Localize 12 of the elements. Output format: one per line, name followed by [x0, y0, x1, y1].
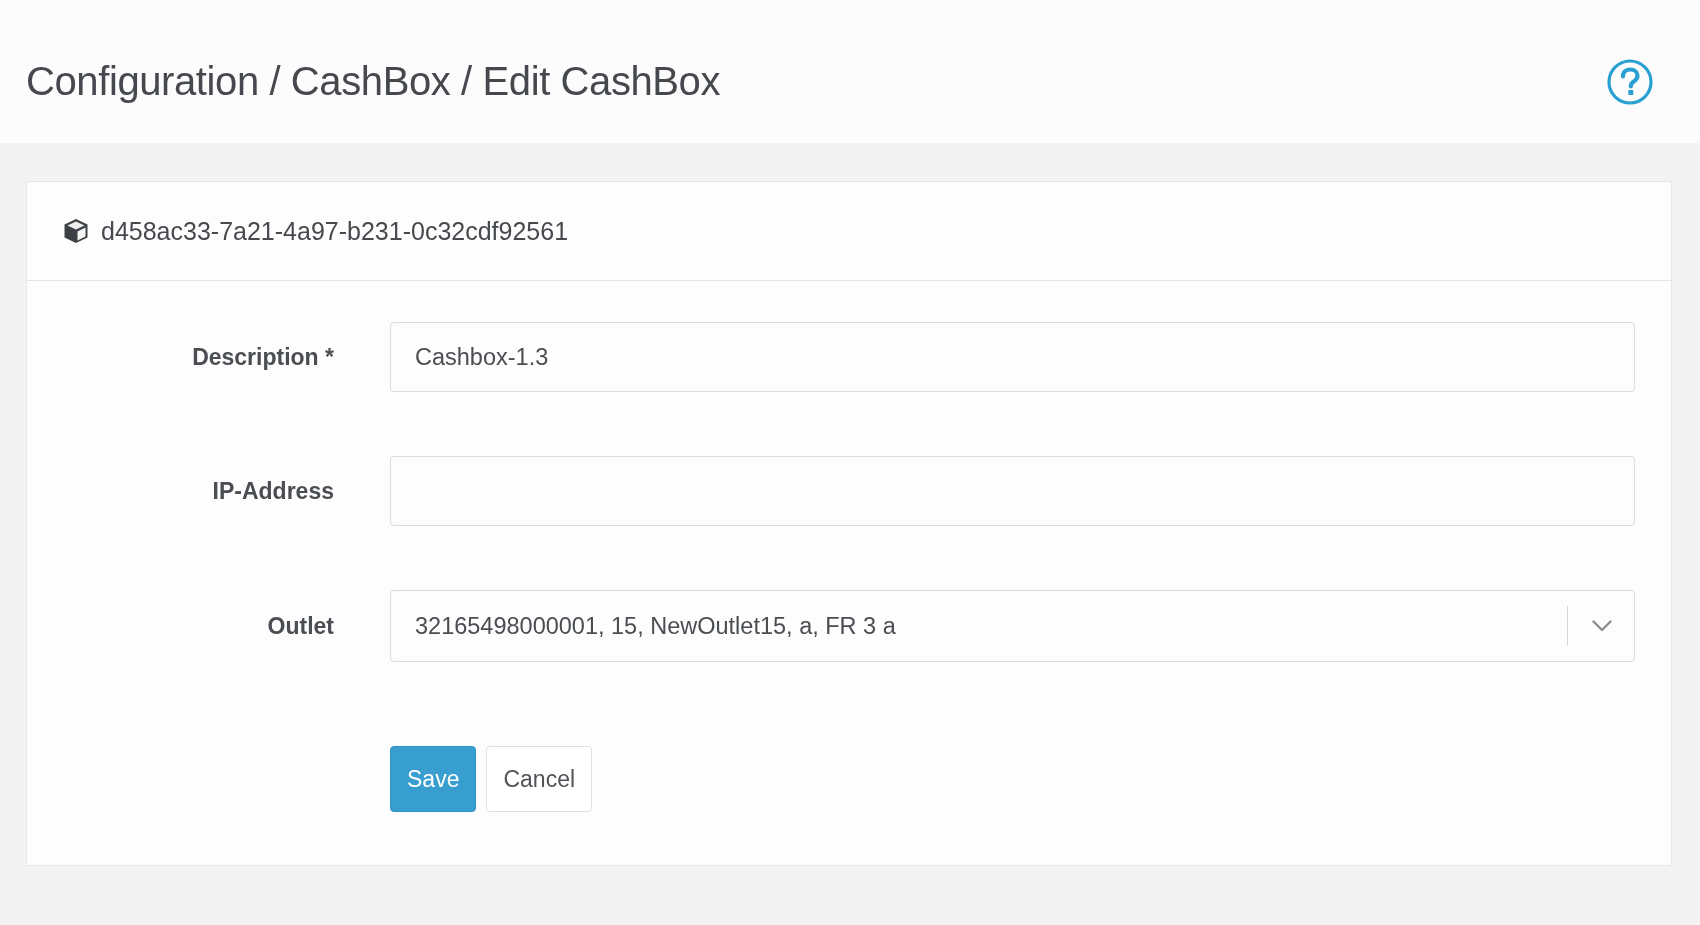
page-title: Configuration / CashBox / Edit CashBox — [26, 59, 721, 104]
outlet-dropdown[interactable]: 32165498000001, 15, NewOutlet15, a, FR 3 a — [390, 590, 1635, 662]
field-label: Outlet — [266, 612, 334, 640]
input-field[interactable]: Cashbox-1.3 — [390, 322, 1635, 392]
help-icon[interactable] — [1607, 58, 1653, 105]
cancel-button[interactable]: Cancel — [486, 746, 593, 812]
cube-icon — [63, 218, 89, 244]
cashbox-id: d458ac33-7a21-4a97-b231-0c32cdf92561 — [101, 216, 569, 246]
input-field[interactable] — [390, 456, 1635, 526]
field-label: IP-Address — [211, 477, 334, 505]
field-label: Description * — [191, 343, 334, 371]
chevron-down-icon — [1592, 620, 1612, 632]
